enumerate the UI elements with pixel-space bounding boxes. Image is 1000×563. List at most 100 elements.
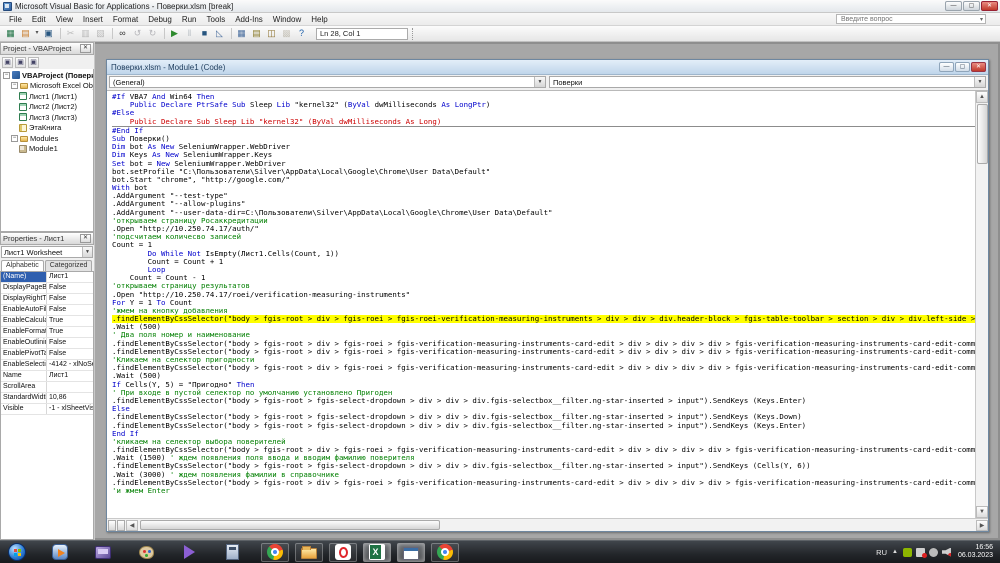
language-indicator[interactable]: RU (876, 548, 887, 557)
scroll-right-icon[interactable]: ▶ (976, 520, 988, 531)
property-value[interactable]: True (47, 327, 93, 337)
vertical-scroll-thumb[interactable] (977, 104, 988, 164)
menu-window[interactable]: Window (268, 14, 306, 25)
taskbar-opera-icon[interactable] (329, 543, 357, 562)
menu-tools[interactable]: Tools (202, 14, 231, 25)
property-value[interactable]: Лист1 (47, 371, 93, 381)
taskbar-calc-icon[interactable] (218, 543, 246, 562)
code-line[interactable]: .Open "http://10.250.74.17/roei/verifica… (112, 291, 975, 299)
property-row[interactable]: EnableAutoFilterFalse (1, 305, 93, 316)
collapse-icon[interactable]: − (11, 135, 18, 142)
clock[interactable]: 16:56 06.03.2023 (958, 544, 993, 560)
device-icon[interactable] (929, 548, 938, 557)
project-explorer-icon[interactable]: ▦ (235, 27, 248, 40)
save-icon[interactable]: ▣ (42, 27, 55, 40)
collapse-icon[interactable]: − (3, 72, 10, 79)
code-line[interactable]: Public Declare Sub Sleep Lib "kernel32" … (112, 118, 975, 127)
menu-format[interactable]: Format (108, 14, 143, 25)
tree-item-module1[interactable]: Module1 (1, 144, 93, 155)
property-row[interactable]: ScrollArea (1, 382, 93, 393)
find-icon[interactable]: ∞ (116, 27, 129, 40)
property-value[interactable]: False (47, 305, 93, 315)
menu-insert[interactable]: Insert (78, 14, 108, 25)
property-value[interactable]: False (47, 349, 93, 359)
dropdown-caret-icon[interactable]: ▾ (34, 27, 40, 40)
tree-item-этакнига[interactable]: ЭтаКнига (1, 123, 93, 134)
chevron-down-icon[interactable]: ▼ (534, 77, 545, 87)
show-hidden-icons-icon[interactable]: ▲ (892, 549, 898, 555)
taskbar-excel-icon[interactable] (363, 543, 391, 562)
code-line[interactable]: Count = Count + 1 (112, 258, 975, 266)
code-window-title-bar[interactable]: Поверки.xlsm - Module1 (Code) — ▢ ✕ (107, 60, 988, 75)
code-line[interactable]: .findElementByCssSelector("body > fgis-r… (112, 479, 975, 487)
maximize-button[interactable]: ▢ (963, 1, 980, 11)
taskbar-wmp-icon[interactable] (46, 543, 74, 562)
tree-item-microsoft-excel-objects[interactable]: −Microsoft Excel Objects (1, 81, 93, 92)
menu-run[interactable]: Run (177, 14, 202, 25)
menu-add-ins[interactable]: Add-Ins (230, 14, 268, 25)
current-statement-line[interactable]: .findElementByCssSelector("body > fgis-r… (112, 315, 975, 323)
property-value[interactable]: False (47, 294, 93, 304)
minimize-button[interactable]: — (945, 1, 962, 11)
taskbar-vba-icon[interactable] (397, 543, 425, 562)
vertical-scrollbar[interactable]: ▲ ▼ (975, 91, 988, 518)
taskbar-play-icon[interactable] (175, 543, 203, 562)
property-row[interactable]: NameЛист1 (1, 371, 93, 382)
property-row[interactable]: EnableCalculationTrue (1, 316, 93, 327)
property-row[interactable]: DisplayPageBreakFalse (1, 283, 93, 294)
code-editor[interactable]: #If VBA7 And Win64 Then Public Declare P… (107, 91, 975, 518)
code-line[interactable]: 'подсчитаем количесво записей (112, 233, 975, 241)
code-line[interactable]: Do While Not IsEmpty(Лист1.Cells(Count, … (112, 250, 975, 258)
taskbar-start-button[interactable] (3, 543, 31, 562)
property-row[interactable]: DisplayRightToLefFalse (1, 294, 93, 305)
horizontal-scrollbar[interactable]: ◀ ▶ (107, 518, 988, 531)
object-selector-combo[interactable]: Лист1 Worksheet ▼ (1, 246, 93, 258)
question-input[interactable] (839, 15, 980, 24)
property-value[interactable]: False (47, 338, 93, 348)
chevron-down-icon[interactable]: ▼ (974, 77, 985, 87)
close-icon[interactable]: ✕ (80, 234, 91, 243)
property-row[interactable]: EnableOutliningFalse (1, 338, 93, 349)
property-row[interactable]: StandardWidth10,86 (1, 393, 93, 404)
chevron-down-icon[interactable]: ▾ (980, 16, 983, 23)
tree-item-vbaproject-поверки-xl[interactable]: −VBAProject (Поверки.xl (1, 70, 93, 81)
property-row[interactable]: Visible-1 - xlSheetVisib (1, 404, 93, 415)
close-button[interactable]: ✕ (971, 62, 986, 72)
close-icon[interactable]: ✕ (80, 44, 91, 53)
insert-userform-icon[interactable]: ▤ (19, 27, 32, 40)
help-icon[interactable]: ? (295, 27, 308, 40)
property-value[interactable] (47, 382, 93, 392)
design-mode-icon[interactable]: ◺ (213, 27, 226, 40)
tree-item-лист1-лист1[interactable]: Лист1 (Лист1) (1, 91, 93, 102)
property-value[interactable]: 10,86 (47, 393, 93, 403)
taskbar-paint-icon[interactable] (132, 543, 160, 562)
code-line[interactable]: .findElementByCssSelector("body > fgis-r… (112, 364, 975, 372)
code-line[interactable]: .findElementByCssSelector("body > fgis-r… (112, 422, 975, 430)
minimize-button[interactable]: — (939, 62, 954, 72)
horizontal-scroll-thumb[interactable] (140, 520, 440, 530)
property-row[interactable]: EnableFormatConTrue (1, 327, 93, 338)
object-combo[interactable]: (General) ▼ (109, 76, 546, 88)
code-line[interactable]: bot.Start "chrome", "http://google.com/" (112, 176, 975, 184)
procedure-combo[interactable]: Поверки ▼ (549, 76, 986, 88)
view-excel-icon[interactable]: ▦ (4, 27, 17, 40)
property-value[interactable]: -1 - xlSheetVisib (47, 404, 93, 414)
property-row[interactable]: EnablePivotTableFalse (1, 349, 93, 360)
code-line[interactable]: Public Declare PtrSafe Sub Sleep Lib "ke… (112, 101, 975, 109)
property-row[interactable]: EnableSelection-4142 - xlNoSele (1, 360, 93, 371)
property-value[interactable]: Лист1 (47, 272, 93, 282)
menu-edit[interactable]: Edit (27, 14, 51, 25)
code-line[interactable]: For Y = 1 To Count (112, 299, 975, 307)
taskbar-folder-icon[interactable] (295, 543, 323, 562)
question-box[interactable]: ▾ (836, 14, 986, 24)
restore-button[interactable]: ▢ (955, 62, 970, 72)
code-line[interactable]: 'и жмем Enter (112, 487, 975, 495)
object-browser-icon[interactable]: ◫ (265, 27, 278, 40)
code-line[interactable]: #End If (112, 127, 975, 135)
taskbar-computer-icon[interactable] (89, 543, 117, 562)
scroll-down-icon[interactable]: ▼ (976, 506, 988, 518)
property-value[interactable]: -4142 - xlNoSele (47, 360, 93, 370)
network-error-icon[interactable] (916, 548, 925, 557)
property-value[interactable]: True (47, 316, 93, 326)
collapse-icon[interactable]: − (11, 82, 18, 89)
